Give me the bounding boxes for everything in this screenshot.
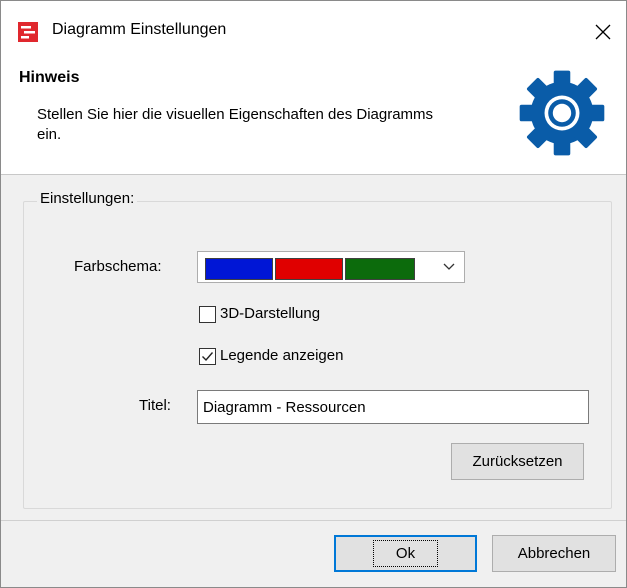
window-title: Diagramm Einstellungen (52, 21, 227, 38)
3d-checkbox-label[interactable]: 3D-Darstellung (220, 305, 320, 322)
color-scheme-select[interactable] (197, 251, 465, 283)
title-bar[interactable]: Diagramm Einstellungen (1, 1, 626, 61)
chart-app-icon (18, 22, 38, 42)
color-swatch-blue (205, 258, 273, 280)
reset-button[interactable]: Zurücksetzen (451, 443, 584, 480)
legend-checkbox[interactable] (199, 348, 216, 365)
title-label: Titel: (139, 397, 171, 414)
legend-checkbox-label[interactable]: Legende anzeigen (220, 347, 343, 364)
dialog-window: Diagramm Einstellungen Hinweis Stellen S… (0, 0, 627, 588)
close-icon (595, 24, 611, 40)
color-swatch-green (345, 258, 415, 280)
gear-icon (519, 70, 605, 156)
3d-checkbox[interactable] (199, 306, 216, 323)
ok-button-label: Ok (372, 540, 439, 567)
color-swatch-red (275, 258, 343, 280)
color-scheme-label: Farbschema: (74, 258, 162, 275)
close-button[interactable] (580, 9, 626, 55)
hint-header: Hinweis Stellen Sie hier die visuellen E… (1, 61, 626, 175)
footer-divider (1, 520, 626, 521)
checkmark-icon (202, 352, 214, 362)
chevron-down-icon[interactable] (438, 252, 460, 282)
cancel-button[interactable]: Abbrechen (492, 535, 616, 572)
hint-text: Stellen Sie hier die visuellen Eigenscha… (37, 106, 434, 143)
title-input[interactable] (197, 390, 589, 424)
settings-group-label: Einstellungen: (37, 190, 138, 207)
ok-button[interactable]: Ok (334, 535, 477, 572)
hint-title: Hinweis (19, 69, 80, 86)
